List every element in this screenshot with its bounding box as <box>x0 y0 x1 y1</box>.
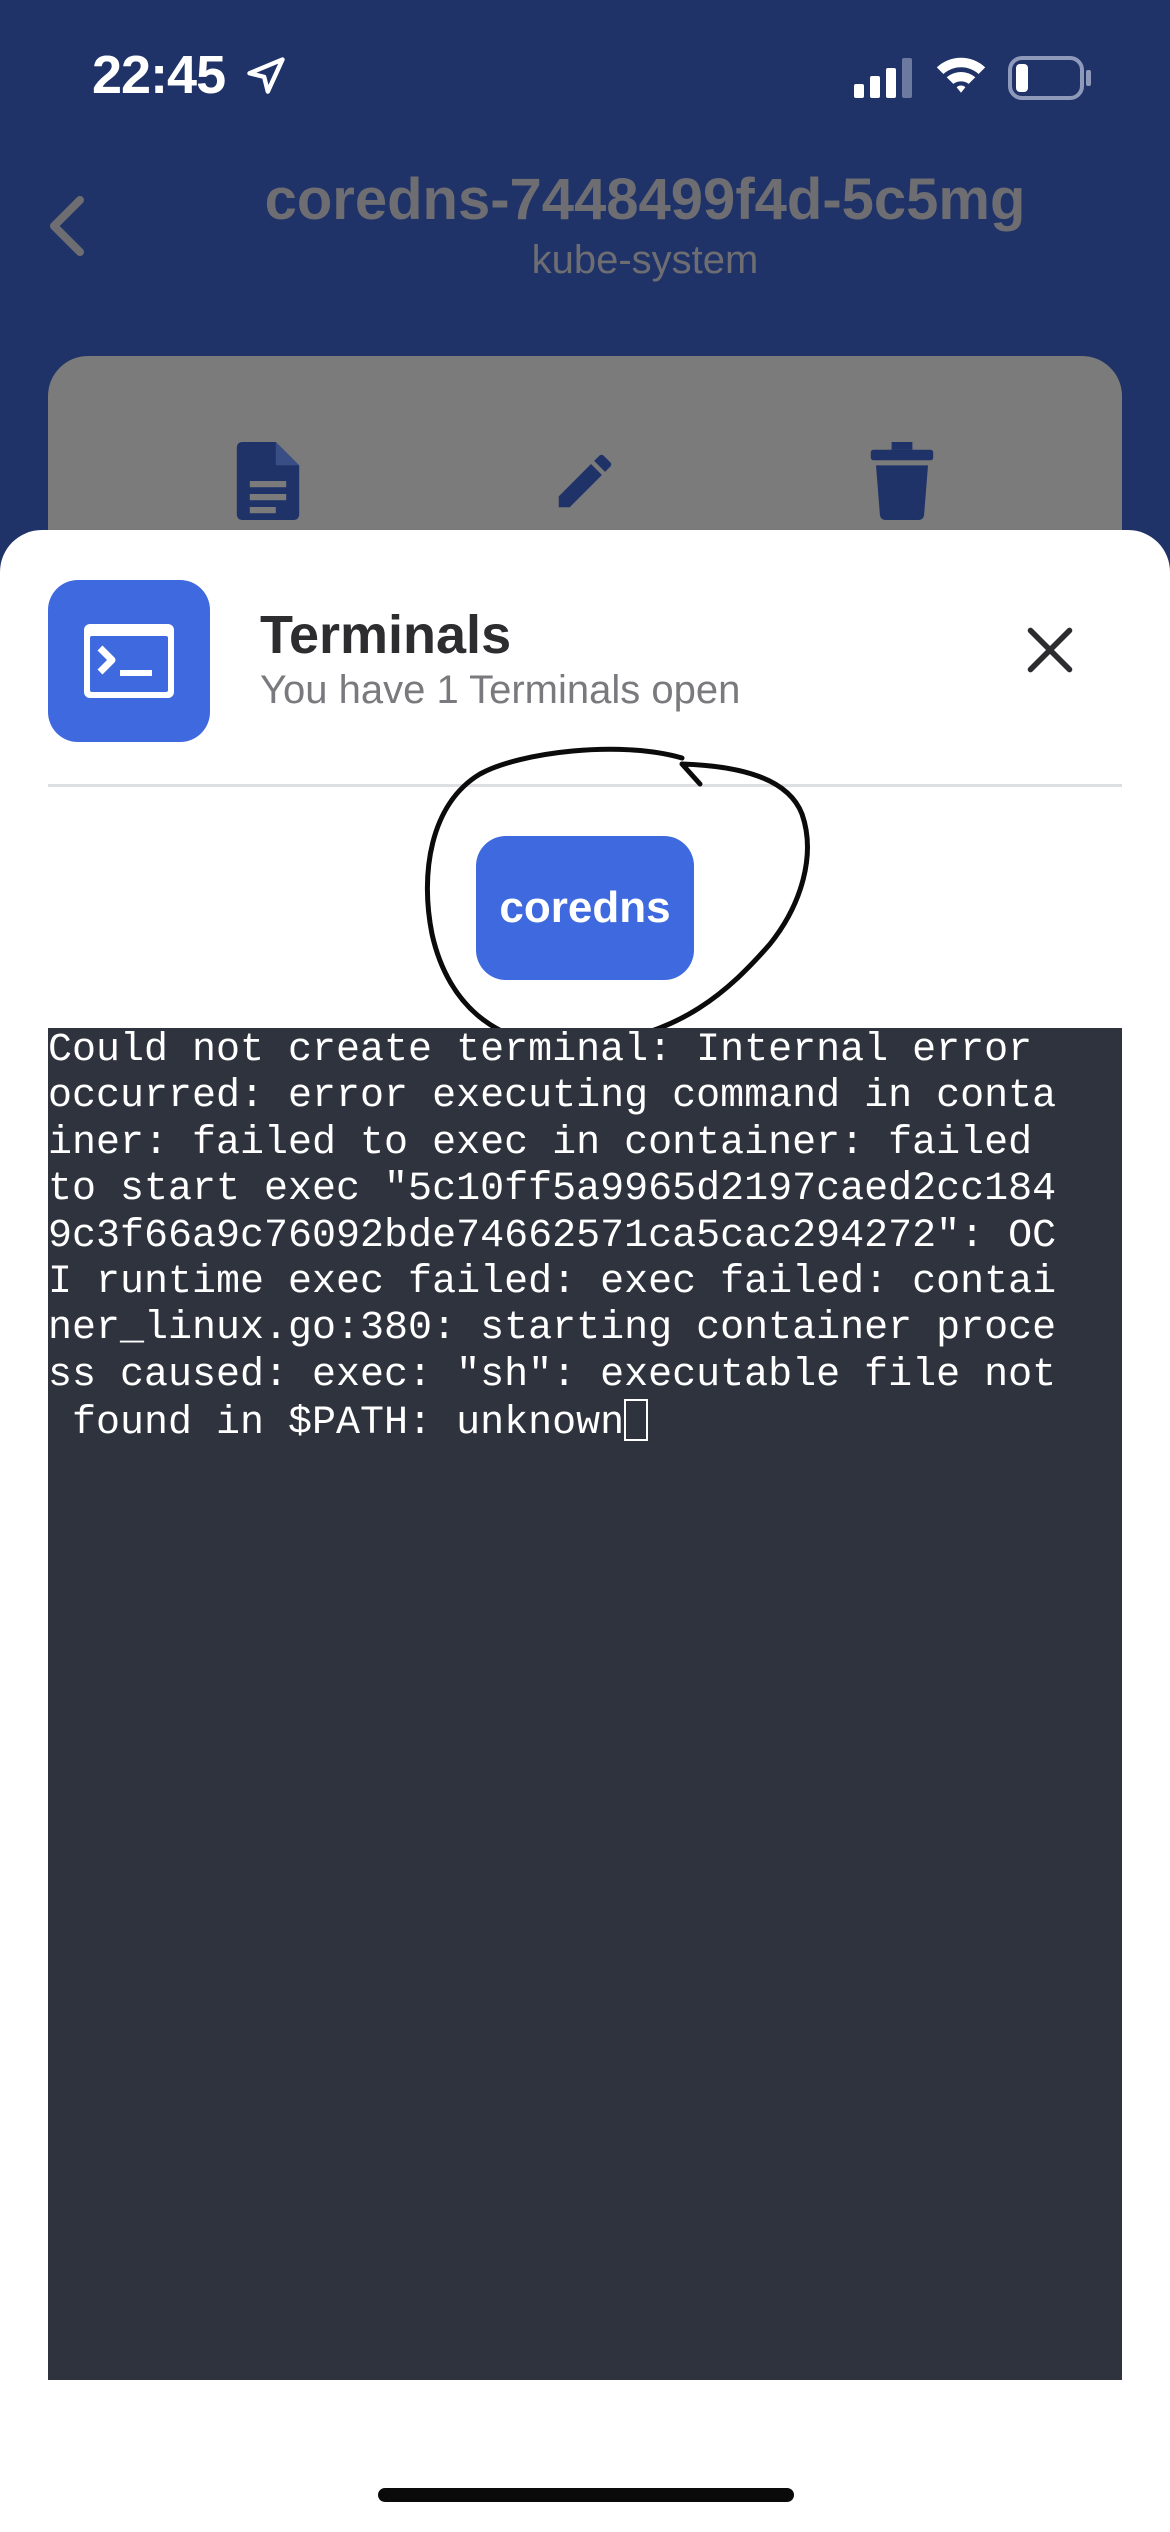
trash-icon[interactable] <box>870 442 934 520</box>
terminal-text: Could not create terminal: Internal erro… <box>48 1028 1122 1448</box>
terminal-output[interactable]: Could not create terminal: Internal erro… <box>48 1028 1122 2380</box>
terminal-cursor <box>624 1399 649 1442</box>
terminal-line: iner: failed to exec in container: faile… <box>48 1120 1033 1166</box>
terminal-line: to start exec "5c10ff5a9965d2197caed2cc1… <box>48 1167 1057 1213</box>
signal-icon <box>854 58 912 98</box>
status-time: 22:45 <box>92 45 226 105</box>
terminal-line: ss caused: exec: "sh": executable file n… <box>48 1352 1057 1398</box>
sheet-title: Terminals <box>260 605 512 665</box>
wifi-icon <box>936 57 986 93</box>
terminal-app-icon <box>48 580 210 742</box>
sheet-subtitle: You have 1 Terminals open <box>260 668 741 712</box>
hand-drawn-circle-annotation <box>424 746 810 1048</box>
home-indicator[interactable] <box>378 2488 794 2502</box>
terminal-line: ner_linux.go:380: starting container pro… <box>48 1306 1057 1352</box>
terminal-line: found in $PATH: unknown <box>48 1401 625 1447</box>
pod-title: coredns-7448499f4d-5c5mg <box>264 167 1026 232</box>
terminal-line: 9c3f66a9c76092bde74662571ca5cac294272": … <box>48 1213 1057 1259</box>
battery-icon <box>1008 56 1091 100</box>
close-icon[interactable] <box>1024 624 1076 676</box>
document-icon[interactable] <box>236 442 300 520</box>
edit-icon[interactable] <box>550 446 620 516</box>
location-arrow-icon <box>247 57 285 94</box>
terminal-line: occurred: error executing command in con… <box>48 1074 1057 1120</box>
terminal-line: Could not create terminal: Internal erro… <box>48 1028 1033 1073</box>
pod-namespace: kube-system <box>531 238 759 282</box>
terminal-line: I runtime exec failed: exec failed: cont… <box>48 1260 1057 1306</box>
